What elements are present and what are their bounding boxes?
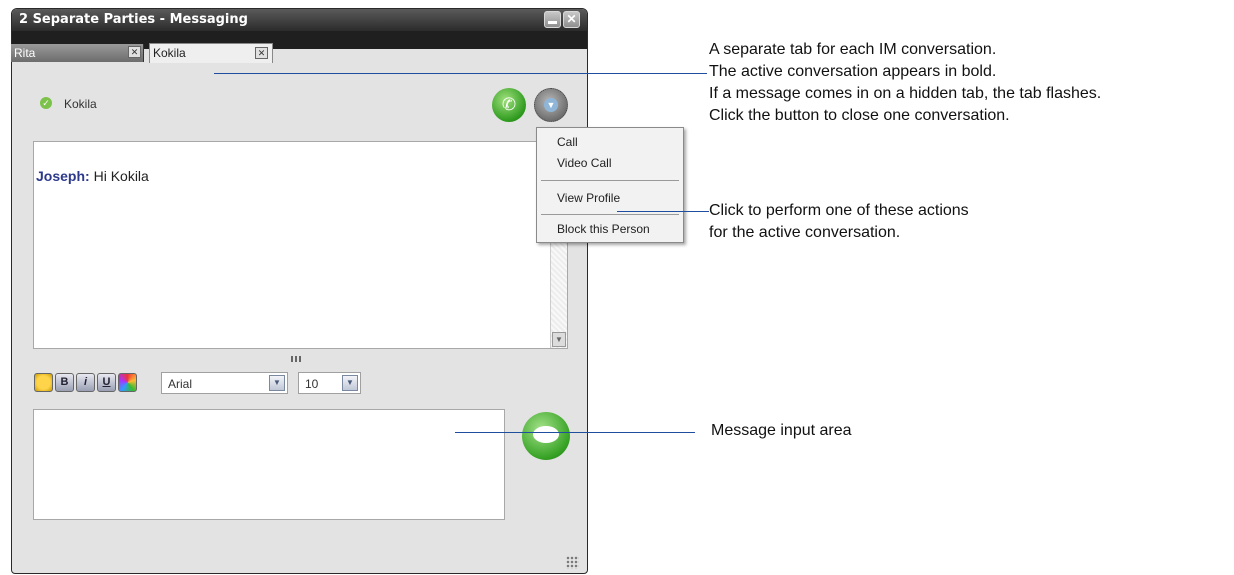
emoticon-button[interactable] <box>34 373 53 392</box>
chat-message: Joseph: Hi Kokila <box>36 168 149 184</box>
callout-text: The active conversation appears in bold. <box>709 63 997 80</box>
menu-item-video-call[interactable]: Video Call <box>557 156 611 170</box>
menu-item-call[interactable]: Call <box>557 135 578 149</box>
callout-text: If a message comes in on a hidden tab, t… <box>709 85 1102 102</box>
font-size-value: 10 <box>305 377 319 391</box>
callout-line-input <box>455 432 695 433</box>
tab-close-icon[interactable]: ✕ <box>128 46 141 58</box>
contact-name: Kokila <box>64 97 97 111</box>
tab-rita[interactable]: Rita ✕ <box>11 44 144 62</box>
speech-bubble-icon <box>533 426 559 443</box>
splitter-grip[interactable] <box>291 356 301 362</box>
callout-text: A separate tab for each IM conversation. <box>709 41 997 58</box>
minimize-button[interactable] <box>544 11 561 28</box>
menu-item-block[interactable]: Block this Person <box>557 222 650 236</box>
underline-button[interactable]: U <box>97 373 116 392</box>
font-select[interactable]: Arial ▼ <box>161 372 288 394</box>
chevron-down-icon[interactable]: ▼ <box>269 375 285 391</box>
tab-kokila[interactable]: Kokila ✕ <box>149 43 273 63</box>
callout-tabs: A separate tab for each IM conversation.… <box>709 39 1101 127</box>
send-button[interactable] <box>522 412 570 460</box>
text-color-button[interactable] <box>118 373 137 392</box>
chevron-down-icon[interactable]: ▼ <box>342 375 358 391</box>
callout-text: for the active conversation. <box>709 224 901 241</box>
message-text: Hi Kokila <box>93 168 149 184</box>
online-status-icon: ✓ <box>40 97 52 109</box>
title-bar[interactable]: 2 Separate Parties - Messaging ✕ <box>12 9 587 31</box>
callout-input: Message input area <box>711 420 852 442</box>
callout-text: Click to perform one of these actions <box>709 202 969 219</box>
call-button[interactable]: ✆ <box>492 88 526 122</box>
callout-text: Message input area <box>711 422 852 439</box>
chevron-down-icon: ▼ <box>544 98 558 112</box>
callout-text: Click the button to close one conversati… <box>709 107 1010 124</box>
font-value: Arial <box>168 377 193 391</box>
menu-separator <box>541 180 679 181</box>
message-input[interactable] <box>33 409 505 520</box>
menu-item-view-profile[interactable]: View Profile <box>557 191 620 205</box>
callout-line-actions <box>617 211 709 212</box>
tab-label: Rita <box>14 46 36 60</box>
font-size-select[interactable]: 10 ▼ <box>298 372 361 394</box>
tab-label: Kokila <box>153 46 186 60</box>
menu-separator <box>541 214 679 215</box>
actions-context-menu: Call Video Call View Profile Block this … <box>536 127 684 243</box>
window-title: 2 Separate Parties - Messaging <box>19 12 248 27</box>
resize-grip[interactable] <box>566 556 579 569</box>
close-window-button[interactable]: ✕ <box>563 11 580 28</box>
phone-icon: ✆ <box>501 95 517 114</box>
tab-close-icon[interactable]: ✕ <box>255 47 268 59</box>
callout-actions: Click to perform one of these actions fo… <box>709 200 969 244</box>
bold-button[interactable]: B <box>55 373 74 392</box>
actions-menu-button[interactable]: ▼ <box>534 88 568 122</box>
callout-line-tabs <box>214 73 707 74</box>
italic-button[interactable]: i <box>76 373 95 392</box>
message-sender: Joseph: <box>36 168 90 184</box>
chat-history[interactable]: Joseph: Hi Kokila ▼ <box>33 141 568 349</box>
scroll-down-button[interactable]: ▼ <box>552 332 566 347</box>
